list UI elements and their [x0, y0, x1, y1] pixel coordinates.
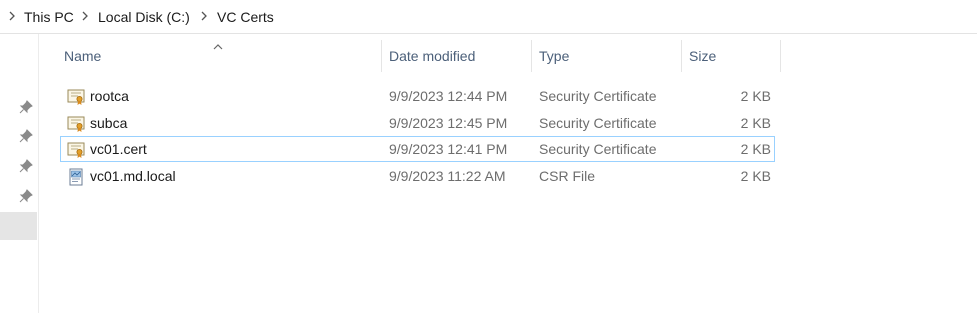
file-type: Security Certificate [539, 88, 657, 104]
file-size: 2 KB [740, 88, 771, 104]
file-name: rootca [90, 88, 129, 104]
column-header-type[interactable]: Type [539, 48, 569, 70]
file-type: Security Certificate [539, 115, 657, 131]
column-divider[interactable] [780, 40, 781, 72]
certificate-file-icon [67, 88, 85, 106]
chevron-right-icon[interactable] [79, 9, 91, 23]
file-row[interactable]: rootca 9/9/2023 12:44 PM Security Certif… [60, 83, 775, 109]
pin-icon[interactable] [19, 100, 33, 114]
breadcrumb-local-disk[interactable]: Local Disk (C:) [98, 9, 190, 25]
navigation-pane[interactable] [0, 34, 39, 313]
file-row[interactable]: vc01.md.local 9/9/2023 11:22 AM CSR File… [60, 163, 775, 189]
chevron-right-icon[interactable] [6, 9, 18, 23]
pin-icon[interactable] [19, 159, 33, 173]
chevron-right-icon[interactable] [198, 9, 210, 23]
file-row-selected[interactable]: vc01.cert 9/9/2023 12:41 PM Security Cer… [60, 136, 775, 162]
sort-ascending-icon [213, 38, 223, 50]
csr-file-icon [67, 168, 85, 186]
pin-icon[interactable] [19, 129, 33, 143]
certificate-file-icon [67, 115, 85, 133]
column-divider[interactable] [681, 40, 682, 72]
file-size: 2 KB [740, 141, 771, 157]
file-name: subca [90, 115, 128, 131]
file-type: CSR File [539, 168, 596, 184]
breadcrumb-this-pc[interactable]: This PC [24, 9, 74, 25]
file-name: vc01.cert [90, 141, 147, 157]
file-date-modified: 9/9/2023 12:45 PM [389, 115, 508, 131]
column-header-size[interactable]: Size [689, 48, 716, 70]
nav-selected-item[interactable] [0, 212, 37, 240]
breadcrumb-vc-certs[interactable]: VC Certs [217, 9, 274, 25]
column-header-name[interactable]: Name [64, 48, 101, 70]
address-bar[interactable]: This PC Local Disk (C:) VC Certs [0, 0, 977, 34]
pin-icon[interactable] [19, 189, 33, 203]
certificate-file-icon [67, 141, 85, 159]
column-divider[interactable] [531, 40, 532, 72]
column-header-date-modified[interactable]: Date modified [389, 48, 475, 70]
file-date-modified: 9/9/2023 12:41 PM [389, 141, 508, 157]
file-size: 2 KB [740, 115, 771, 131]
file-name: vc01.md.local [90, 168, 176, 184]
file-date-modified: 9/9/2023 12:44 PM [389, 88, 508, 104]
file-type: Security Certificate [539, 141, 657, 157]
file-size: 2 KB [740, 168, 771, 184]
column-divider[interactable] [381, 40, 382, 72]
file-date-modified: 9/9/2023 11:22 AM [389, 168, 506, 184]
file-row[interactable]: subca 9/9/2023 12:45 PM Security Certifi… [60, 110, 775, 136]
